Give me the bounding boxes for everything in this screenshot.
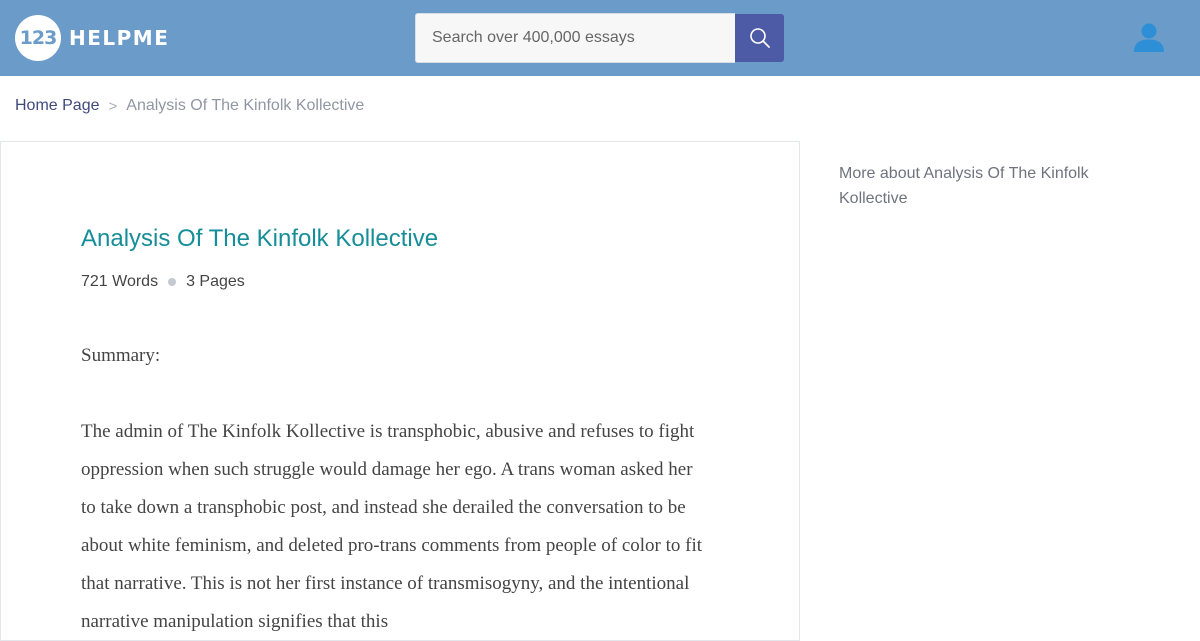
logo-text: HELPME xyxy=(69,26,170,50)
essay-card: Analysis Of The Kinfolk Kollective 721 W… xyxy=(0,141,800,641)
page-count: 3 Pages xyxy=(186,273,245,290)
search-bar xyxy=(415,13,784,63)
essay-paragraph: The admin of The Kinfolk Kollective is t… xyxy=(81,421,703,632)
breadcrumb: Home Page > Analysis Of The Kinfolk Koll… xyxy=(15,97,364,115)
logo-badge: 123 xyxy=(15,15,61,61)
breadcrumb-home-link[interactable]: Home Page xyxy=(15,97,100,115)
word-count: 721 Words xyxy=(81,273,159,290)
breadcrumb-current: Analysis Of The Kinfolk Kollective xyxy=(126,97,365,114)
essay-body: Summary: The admin of The Kinfolk Kollec… xyxy=(81,337,706,641)
site-header: 123 HELPME xyxy=(0,0,1200,76)
breadcrumb-separator: > xyxy=(108,97,118,115)
search-button[interactable] xyxy=(735,14,784,62)
search-icon xyxy=(749,28,770,48)
search-input[interactable] xyxy=(415,13,735,63)
essay-meta: 721 Words 3 Pages xyxy=(81,273,245,291)
meta-separator-dot xyxy=(168,278,177,286)
logo[interactable]: 123 HELPME xyxy=(15,14,169,62)
user-icon xyxy=(1134,23,1164,52)
summary-label: Summary: xyxy=(81,345,161,366)
sidebar-more-about[interactable]: More about Analysis Of The Kinfolk Kolle… xyxy=(839,161,1139,211)
user-account-button[interactable] xyxy=(1131,20,1167,56)
essay-title: Analysis Of The Kinfolk Kollective xyxy=(81,225,439,252)
